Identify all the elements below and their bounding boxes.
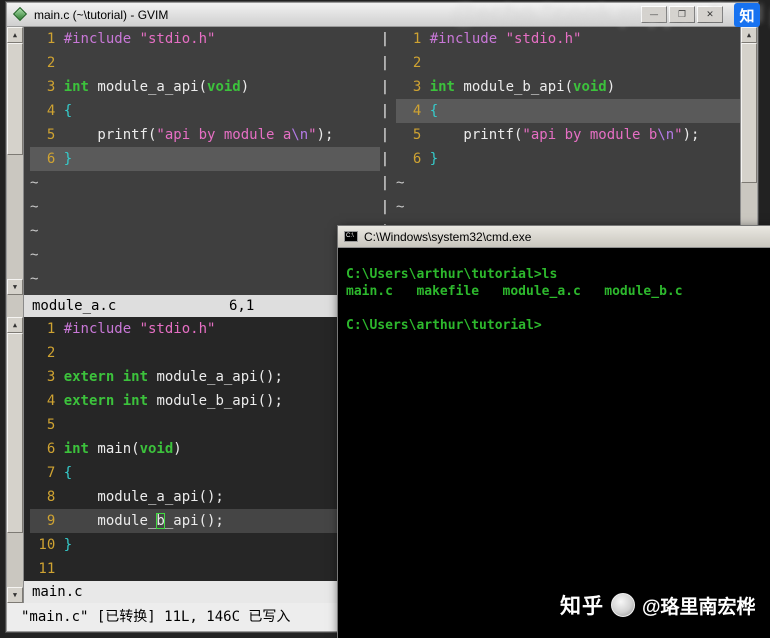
cmd-line: C:\Users\arthur\tutorial>ls — [346, 267, 558, 282]
code-line: 2 — [412, 55, 422, 71]
code-line: 3 int module_b_api(void) — [412, 79, 616, 95]
code-line: 6} — [412, 151, 439, 167]
scroll-down-icon[interactable] — [7, 587, 23, 603]
code-line: ~ — [30, 271, 39, 287]
minimize-button[interactable]: — — [641, 6, 667, 23]
cmd-line — [346, 300, 770, 317]
cmd-output[interactable]: C:\Users\arthur\tutorial>ls main.c makefi… — [338, 248, 770, 334]
status-filename: main.c — [32, 584, 83, 600]
scrollbar-thumb[interactable] — [7, 333, 23, 533]
scrollbar-thumb[interactable] — [741, 43, 757, 183]
code-line: 6} — [30, 147, 380, 171]
code-line: 1 #include "stdio.h" — [46, 31, 216, 47]
left-scrollbar-column — [7, 27, 24, 603]
watermark-brand: 知乎 — [560, 595, 604, 618]
code-line: ~ — [396, 199, 405, 215]
close-button[interactable]: ✕ — [697, 6, 723, 23]
code-line: ~ — [30, 223, 39, 239]
code-line: 1 #include "stdio.h" — [412, 31, 582, 47]
code-line: 4{ — [46, 103, 73, 119]
scroll-down-icon[interactable] — [7, 279, 23, 295]
window-controls: — ❐ ✕ — [641, 6, 723, 23]
editor-module-a[interactable]: 1 #include "stdio.h" 2 3 int module_a_api(vo… — [24, 27, 380, 295]
scrollbar-module-a[interactable] — [7, 27, 23, 295]
status-ruler: 6,1 — [229, 298, 255, 314]
scroll-up-icon[interactable] — [741, 27, 757, 43]
maximize-button[interactable]: ❐ — [669, 6, 695, 23]
cmd-window: C:\Windows\system32\cmd.exe C:\Users\art… — [337, 225, 770, 638]
watermark-avatar-icon — [611, 593, 635, 617]
cmd-icon — [344, 231, 358, 242]
gvim-title: main.c (~\tutorial) - GVIM — [34, 7, 169, 22]
code-line: 4{ — [396, 99, 740, 123]
cmd-titlebar[interactable]: C:\Windows\system32\cmd.exe — [338, 226, 770, 248]
scrollbar-main[interactable] — [7, 317, 23, 603]
gvim-titlebar[interactable]: main.c (~\tutorial) - GVIM — ❐ ✕ — [7, 3, 757, 27]
gvim-icon — [12, 6, 28, 22]
code-line: ~ — [30, 199, 39, 215]
screen: @echo "cook pepper fired pota main.c (~\… — [0, 0, 770, 638]
cmd-line: main.c makefile module_a.c module_b.c — [346, 284, 683, 299]
code-line: 2 — [46, 55, 56, 71]
status-filename: module_a.c — [32, 298, 117, 314]
code-line: ~ — [396, 175, 405, 191]
code-line: 5 printf("api by module b\n"); — [412, 127, 700, 143]
code-line: 5 printf("api by module a\n"); — [46, 127, 334, 143]
code-line: ~ — [30, 175, 39, 191]
zhihu-logo-badge: 知 — [734, 3, 760, 27]
code-line: 3 int module_a_api(void) — [46, 79, 250, 95]
scroll-up-icon[interactable] — [7, 317, 23, 333]
cmd-title: C:\Windows\system32\cmd.exe — [364, 229, 532, 244]
cmd-line: C:\Users\arthur\tutorial> — [346, 318, 542, 333]
scrollbar-thumb[interactable] — [7, 43, 23, 155]
scroll-up-icon[interactable] — [7, 27, 23, 43]
watermark-handle: @珞里南宏桦 — [642, 596, 756, 618]
watermark: 知乎 @珞里南宏桦 — [560, 590, 756, 620]
code-line: ~ — [30, 247, 39, 263]
